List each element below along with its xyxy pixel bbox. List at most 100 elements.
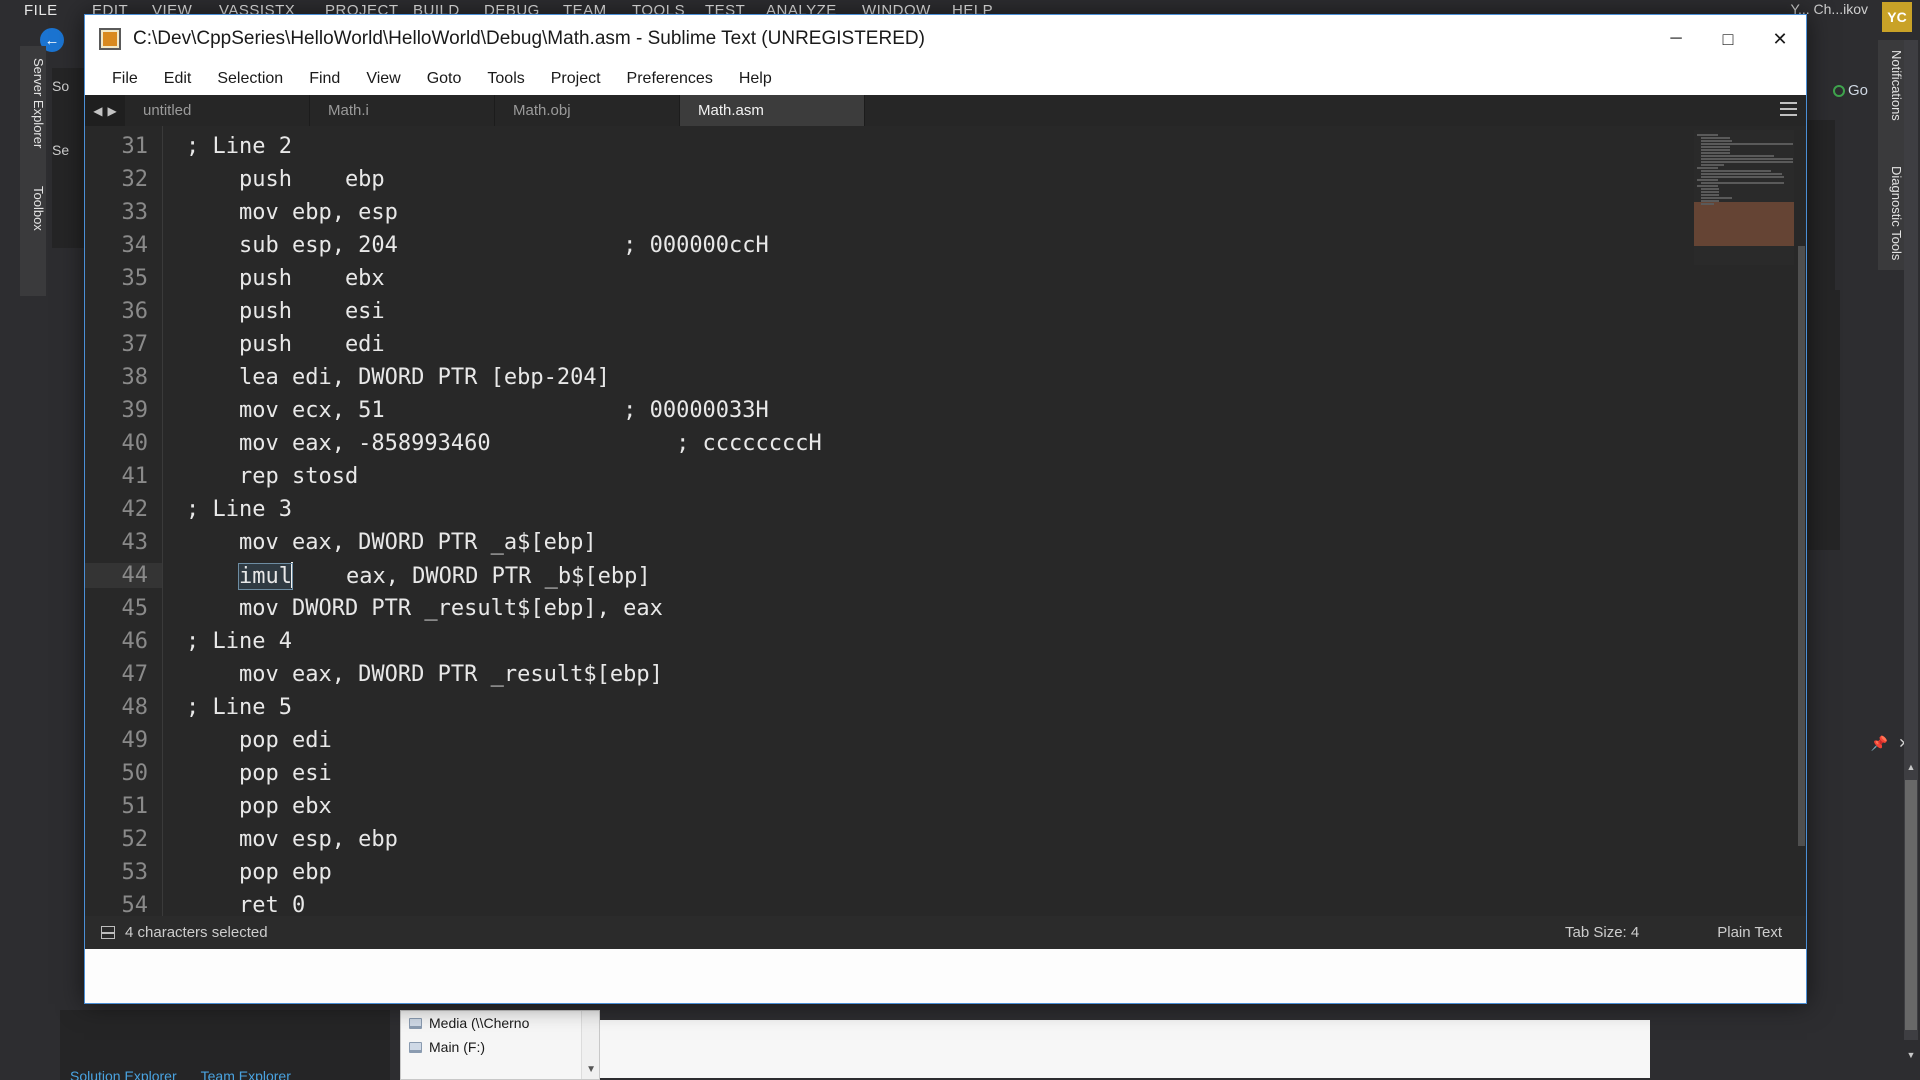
code-text[interactable]: pop ebx [162,794,332,819]
code-line[interactable]: 34 sub esp, 204 ; 000000ccH [85,229,1806,262]
menu-preferences[interactable]: Preferences [614,67,726,91]
code-text[interactable]: mov eax, DWORD PTR _a$[ebp] [162,530,597,555]
code-text[interactable]: mov eax, DWORD PTR _result$[ebp] [162,662,663,687]
code-editor[interactable]: 31; Line 2 32 push ebp 33 mov ebp, esp 34 s… [85,126,1806,916]
tab-nav-arrows[interactable]: ◀ ▶ [85,95,125,126]
drive-dropdown-list[interactable]: Media (\\Cherno Main (F:) ▼ [400,1010,600,1080]
menu-file[interactable]: File [99,67,151,91]
go-button[interactable]: Go [1832,82,1868,99]
code-line[interactable]: 37 push edi [85,328,1806,361]
code-text[interactable]: imul eax, DWORD PTR _b$[ebp] [162,562,651,590]
code-line[interactable]: 46 ; Line 4 [85,625,1806,658]
menu-tools[interactable]: Tools [474,67,537,91]
close-button[interactable]: ✕ [1754,15,1806,63]
code-line[interactable]: 32 push ebp [85,163,1806,196]
code-line[interactable]: 40 mov eax, -858993460 ; ccccccccH [85,427,1806,460]
maximize-button[interactable]: □ [1702,15,1754,63]
vs-scroll-thumb[interactable] [1905,780,1917,1030]
tab-prev-arrow-icon[interactable]: ◀ [93,104,102,118]
scroll-down-arrow-icon[interactable]: ▼ [1905,1048,1917,1062]
tab-team-explorer[interactable]: Team Explorer [201,1068,291,1080]
code-line[interactable]: 50 pop esi [85,757,1806,790]
code-text[interactable]: ; Line 5 [162,695,292,720]
tab-untitled[interactable]: untitled [125,95,310,126]
code-text[interactable]: pop ebp [162,860,332,885]
chevron-down-icon[interactable]: ▼ [586,1064,596,1075]
code-text[interactable]: rep stosd [162,464,358,489]
tab-overflow-menu-icon[interactable] [1780,102,1797,116]
vs-menu-file[interactable]: FILE [24,2,58,19]
sidebar-item-toolbox[interactable]: Toolbox [20,180,46,260]
code-line[interactable]: 47 mov eax, DWORD PTR _result$[ebp] [85,658,1806,691]
code-line[interactable]: 54 ret 0 [85,889,1806,916]
code-line[interactable]: 35 push ebx [85,262,1806,295]
code-line[interactable]: 33 mov ebp, esp [85,196,1806,229]
code-line[interactable]: 45 mov DWORD PTR _result$[ebp], eax [85,592,1806,625]
tab-size-status[interactable]: Tab Size: 4 [1565,924,1639,941]
code-text[interactable]: sub esp, 204 ; 000000ccH [162,233,769,258]
avatar[interactable]: YC [1882,2,1912,32]
code-text[interactable]: push esi [162,299,385,324]
code-line[interactable]: 44 imul eax, DWORD PTR _b$[ebp] [85,559,1806,592]
code-text[interactable]: push ebx [162,266,385,291]
code-line[interactable]: 53 pop ebp [85,856,1806,889]
line-number: 47 [121,662,149,687]
go-circle-icon [1832,84,1845,97]
code-text[interactable]: ; Line 3 [162,497,292,522]
code-line[interactable]: 52 mov esp, ebp [85,823,1806,856]
code-text[interactable]: push edi [162,332,385,357]
minimap-viewport[interactable] [1694,202,1794,246]
list-item[interactable]: Main (F:) [401,1035,599,1059]
menu-goto[interactable]: Goto [414,67,475,91]
menu-view[interactable]: View [353,67,413,91]
tab-math-i[interactable]: Math.i [310,95,495,126]
sidebar-item-notifications[interactable]: Notifications [1878,44,1904,154]
code-line[interactable]: 41 rep stosd [85,460,1806,493]
code-text[interactable]: mov ebp, esp [162,200,398,225]
tab-math-obj[interactable]: Math.obj [495,95,680,126]
editor-minimap[interactable] [1694,130,1794,265]
menu-help[interactable]: Help [726,67,785,91]
code-line[interactable]: 31 ; Line 2 [85,130,1806,163]
code-line[interactable]: 42 ; Line 3 [85,493,1806,526]
code-text[interactable]: push ebp [162,167,385,192]
code-line[interactable]: 48 ; Line 5 [85,691,1806,724]
code-text[interactable]: mov DWORD PTR _result$[ebp], eax [162,596,663,621]
code-line[interactable]: 36 push esi [85,295,1806,328]
code-text[interactable]: ret 0 [162,893,305,916]
tab-solution-explorer[interactable]: Solution Explorer [70,1068,177,1080]
sidebar-item-server-explorer[interactable]: Server Explorer [20,52,46,172]
code-line[interactable]: 38 lea edi, DWORD PTR [ebp-204] [85,361,1806,394]
editor-scrollbar[interactable] [1796,126,1806,916]
menu-find[interactable]: Find [296,67,353,91]
code-text[interactable]: mov esp, ebp [162,827,398,852]
code-text[interactable]: mov ecx, 51 ; 00000033H [162,398,769,423]
code-text[interactable]: mov eax, -858993460 ; ccccccccH [162,431,822,456]
code-text[interactable]: ; Line 2 [162,134,292,159]
window-title-bar[interactable]: C:\Dev\CppSeries\HelloWorld\HelloWorld\D… [85,15,1806,63]
menu-selection[interactable]: Selection [204,67,296,91]
code-line[interactable]: 43 mov eax, DWORD PTR _a$[ebp] [85,526,1806,559]
menu-edit[interactable]: Edit [151,67,205,91]
syntax-status[interactable]: Plain Text [1717,924,1782,941]
sidebar-item-diagnostic-tools[interactable]: Diagnostic Tools [1878,160,1904,290]
code-content[interactable]: 31; Line 2 32 push ebp 33 mov ebp, esp 34 s… [85,126,1806,916]
editor-scroll-thumb[interactable] [1798,246,1805,846]
code-text[interactable]: pop edi [162,728,332,753]
tab-math-asm[interactable]: Math.asm [680,95,865,126]
selected-token[interactable]: imul [237,563,293,590]
code-line[interactable]: 39 mov ecx, 51 ; 00000033H [85,394,1806,427]
code-line[interactable]: 49 pop edi [85,724,1806,757]
code-text[interactable]: ; Line 4 [162,629,292,654]
code-line[interactable]: 51 pop ebx [85,790,1806,823]
list-item[interactable]: Media (\\Cherno [401,1011,599,1035]
code-text[interactable]: pop esi [162,761,332,786]
code-text[interactable]: lea edi, DWORD PTR [ebp-204] [162,365,610,390]
vs-bottom-tab-strip[interactable]: Solution Explorer Team Explorer [70,1068,291,1080]
menu-project[interactable]: Project [538,67,614,91]
scroll-up-arrow-icon[interactable]: ▲ [1905,760,1917,774]
tab-next-arrow-icon[interactable]: ▶ [108,104,117,118]
minimize-button[interactable]: ─ [1650,15,1702,63]
pin-icon[interactable]: 📌 [1871,735,1888,752]
dropdown-scrollbar[interactable]: ▼ [581,1011,599,1079]
